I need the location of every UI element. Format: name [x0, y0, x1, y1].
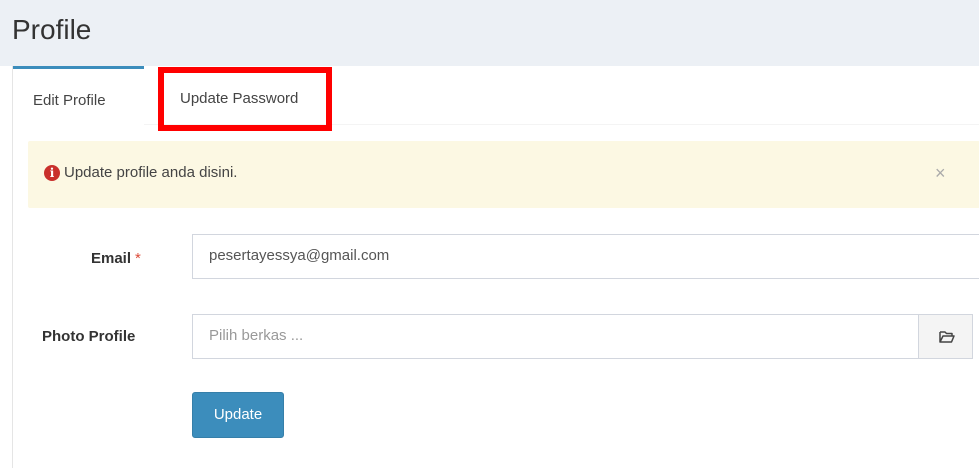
- photo-profile-label: Photo Profile: [42, 328, 136, 345]
- email-label: Email *: [91, 248, 141, 270]
- tab-update-password[interactable]: Update Password: [160, 66, 330, 125]
- alert-close-button[interactable]: ×: [935, 162, 946, 184]
- page-header: Profile: [0, 0, 979, 66]
- profile-box: Edit Profile Update Password i Update pr…: [12, 66, 979, 468]
- tab-bar: Edit Profile Update Password: [13, 66, 979, 131]
- folder-open-icon: [939, 331, 955, 343]
- alert-message: Update profile anda disini.: [64, 164, 238, 181]
- info-circle-icon: i: [44, 165, 60, 181]
- email-field[interactable]: pesertayessya@gmail.com: [192, 234, 979, 279]
- photo-file-input[interactable]: Pilih berkas ...: [192, 314, 919, 359]
- page-title: Profile: [12, 14, 92, 45]
- tab-edit-profile[interactable]: Edit Profile: [13, 66, 144, 125]
- email-label-text: Email: [91, 250, 132, 267]
- update-button[interactable]: Update: [192, 392, 284, 438]
- browse-file-button[interactable]: [918, 314, 973, 359]
- required-mark: *: [135, 250, 141, 267]
